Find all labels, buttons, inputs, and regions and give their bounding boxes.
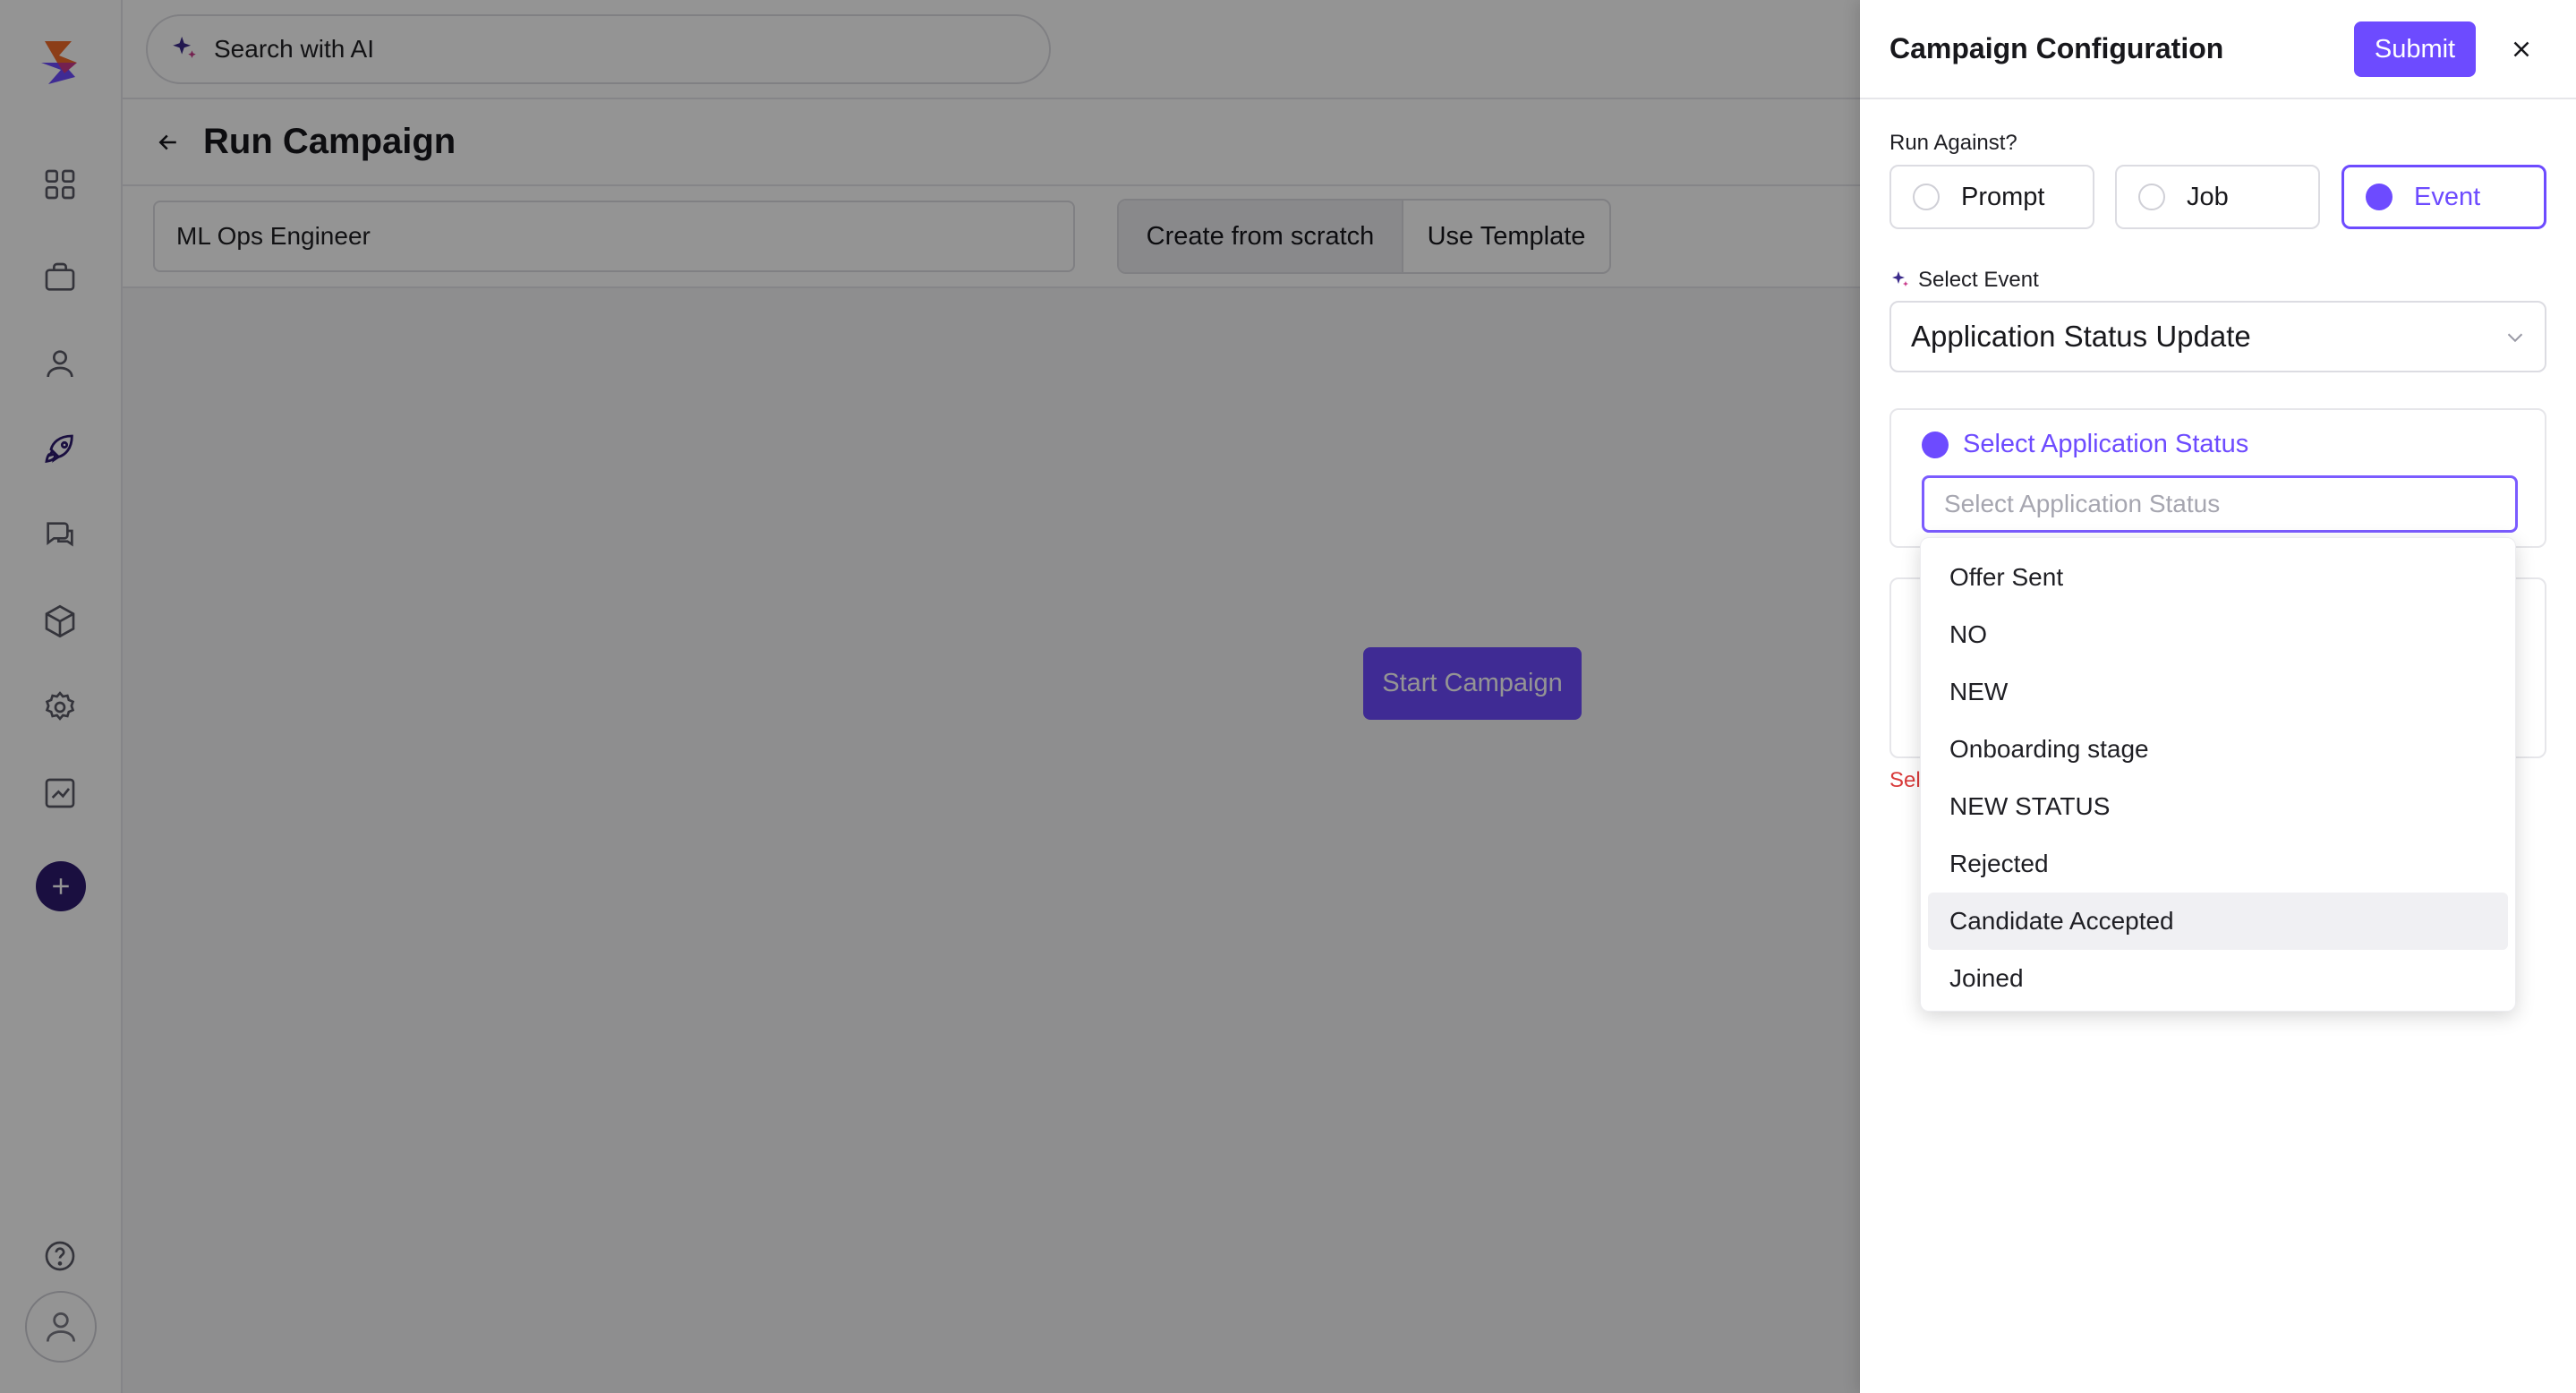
radio-label: Event [2414, 182, 2481, 211]
radio-circle-selected [2366, 184, 2393, 210]
application-status-input[interactable] [1922, 475, 2518, 533]
run-against-event-option[interactable]: Event [2341, 165, 2546, 229]
close-icon[interactable] [2503, 30, 2540, 68]
status-option[interactable]: NO [1928, 606, 2508, 663]
application-status-title: Select Application Status [1963, 430, 2249, 458]
application-status-dropdown: Offer Sent NO NEW Onboarding stage NEW S… [1920, 537, 2516, 1012]
select-event-label: Select Event [1889, 268, 2039, 293]
radio-circle [1913, 184, 1940, 210]
chevron-down-icon [2507, 333, 2523, 343]
event-select[interactable]: Application Status Update [1889, 301, 2546, 372]
drawer-title: Campaign Configuration [1889, 32, 2224, 64]
event-select-value: Application Status Update [1911, 320, 2251, 353]
sparkle-icon [1892, 271, 1908, 286]
submit-button[interactable]: Submit [2354, 21, 2476, 77]
status-option[interactable]: Joined [1928, 950, 2508, 1007]
radio-circle [2138, 184, 2165, 210]
modal-overlay[interactable] [0, 0, 1860, 1393]
radio-label: Job [2187, 182, 2229, 211]
status-option[interactable]: NEW [1928, 663, 2508, 721]
select-event-text: Select Event [1918, 268, 2039, 292]
campaign-configuration-drawer: Campaign Configuration Submit Run Agains… [1860, 0, 2576, 1393]
status-option[interactable]: Offer Sent [1928, 549, 2508, 606]
status-option[interactable]: NEW STATUS [1928, 778, 2508, 835]
run-against-label: Run Against? [1889, 131, 2017, 155]
run-against-job-option[interactable]: Job [2115, 165, 2320, 229]
status-option[interactable]: Onboarding stage [1928, 721, 2508, 778]
radio-label: Prompt [1961, 182, 2045, 211]
status-option[interactable]: Rejected [1928, 835, 2508, 893]
run-against-prompt-option[interactable]: Prompt [1889, 165, 2094, 229]
status-option-hovered[interactable]: Candidate Accepted [1928, 893, 2508, 950]
validation-error-text: Sel [1889, 768, 1921, 792]
application-status-heading: Select Application Status [1922, 430, 2248, 459]
status-bullet-icon [1922, 431, 1949, 458]
application-status-panel: Select Application Status [1889, 408, 2546, 548]
drawer-header: Campaign Configuration Submit [1860, 0, 2576, 99]
